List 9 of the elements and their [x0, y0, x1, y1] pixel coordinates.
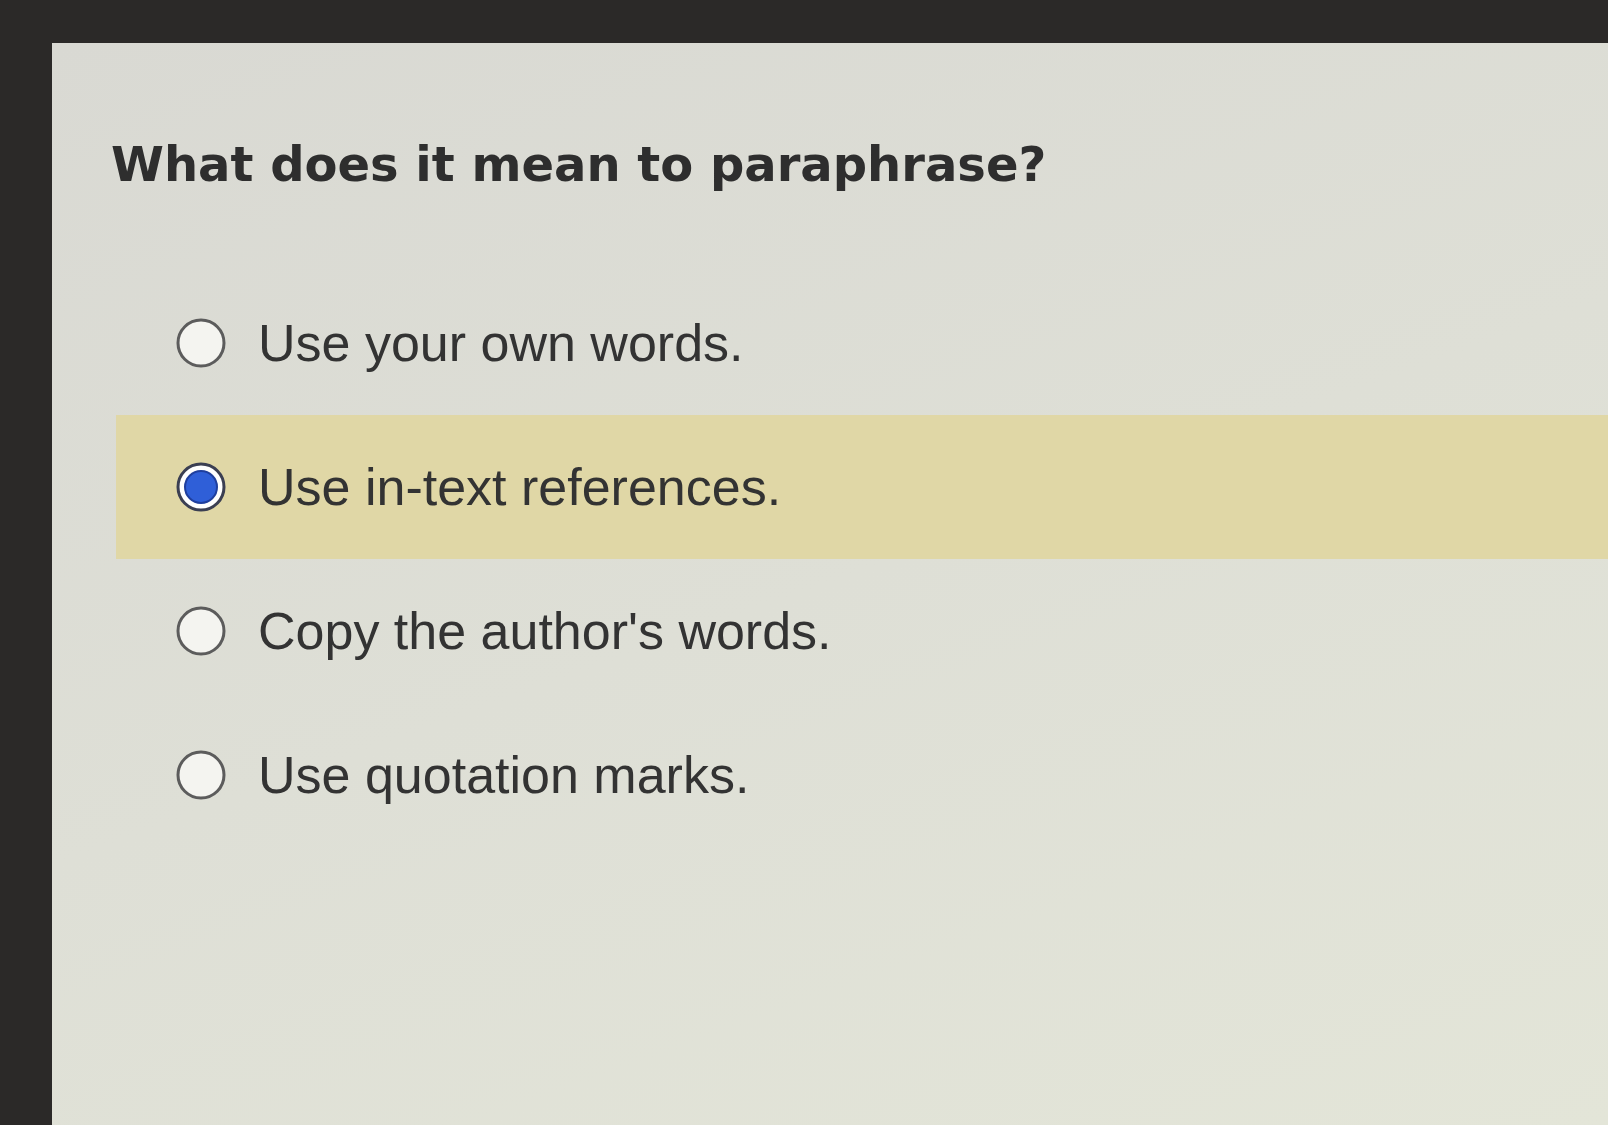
answer-option-label[interactable]: Use your own words. — [258, 313, 744, 373]
answer-option-label[interactable]: Copy the author's words. — [258, 601, 832, 661]
answer-option-label[interactable]: Use in-text references. — [258, 457, 782, 517]
radio-button-selected-icon[interactable] — [176, 462, 226, 512]
radio-button-icon[interactable] — [176, 750, 226, 800]
question-title: What does it mean to paraphrase? — [111, 136, 1047, 192]
radio-button-icon[interactable] — [176, 606, 226, 656]
answer-option-label[interactable]: Use quotation marks. — [258, 745, 750, 805]
radio-button-icon[interactable] — [176, 318, 226, 368]
